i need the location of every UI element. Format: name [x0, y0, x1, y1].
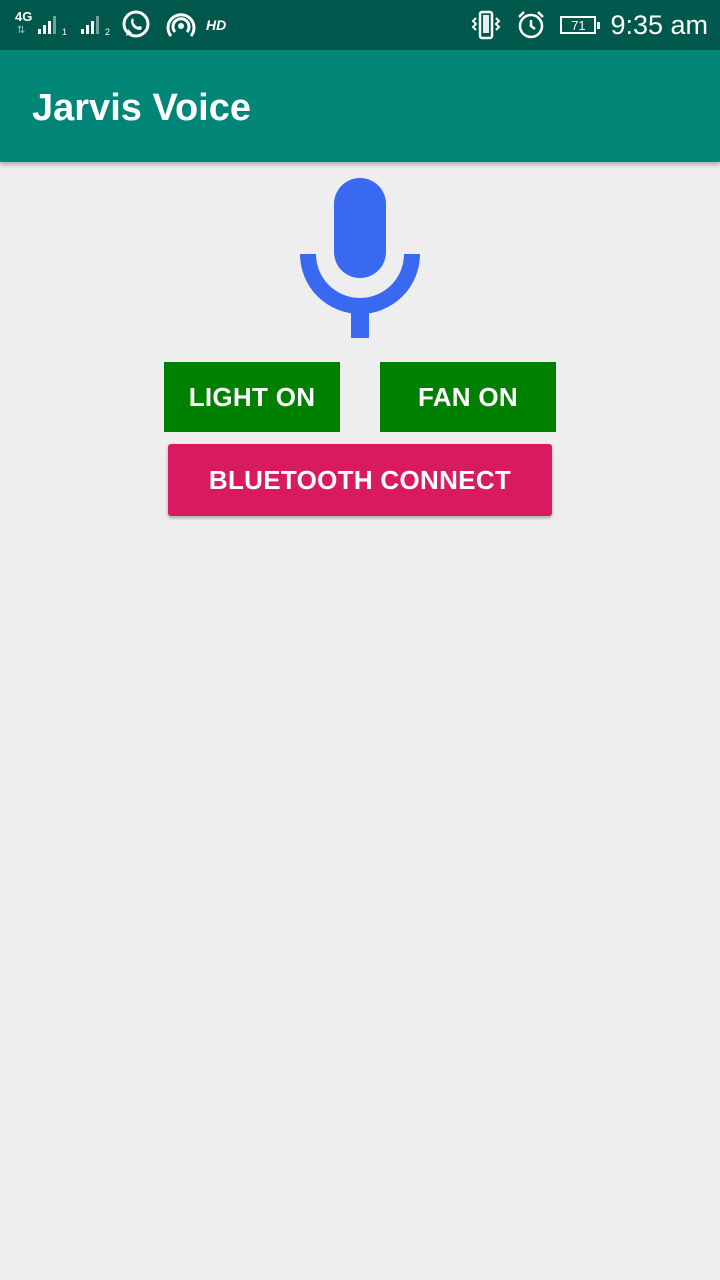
hd-label: HD — [206, 17, 227, 33]
whatsapp-icon — [120, 9, 152, 41]
battery-icon: 71 — [560, 16, 601, 34]
battery-level: 71 — [571, 17, 586, 33]
network-type-label: 4G — [15, 9, 33, 24]
fan-on-button[interactable]: FAN ON — [380, 362, 556, 432]
status-bar-left: 4G ⇅ 1 2 HD — [14, 8, 226, 42]
light-on-button[interactable]: LIGHT ON — [164, 362, 340, 432]
vibrate-icon — [470, 10, 502, 40]
status-bar: 4G ⇅ 1 2 HD 71 9:35 am — [0, 0, 720, 50]
sim1-label: 1 — [62, 27, 68, 37]
signal-sim2-icon — [81, 16, 101, 34]
bluetooth-connect-button[interactable]: BLUETOOTH CONNECT — [168, 444, 552, 516]
hotspot-icon — [166, 10, 196, 40]
signal-sim1-icon — [38, 16, 58, 34]
app-title: Jarvis Voice — [32, 87, 252, 129]
app-bar: Jarvis Voice — [0, 50, 720, 162]
alarm-icon — [516, 10, 546, 40]
sim2-label: 2 — [105, 27, 111, 37]
data-arrows-icon: ⇅ — [17, 25, 26, 36]
network-type-indicator: 4G ⇅ — [14, 10, 36, 40]
microphone-icon[interactable] — [300, 176, 420, 338]
status-bar-right: 71 9:35 am — [470, 8, 708, 42]
clock: 9:35 am — [610, 10, 708, 40]
